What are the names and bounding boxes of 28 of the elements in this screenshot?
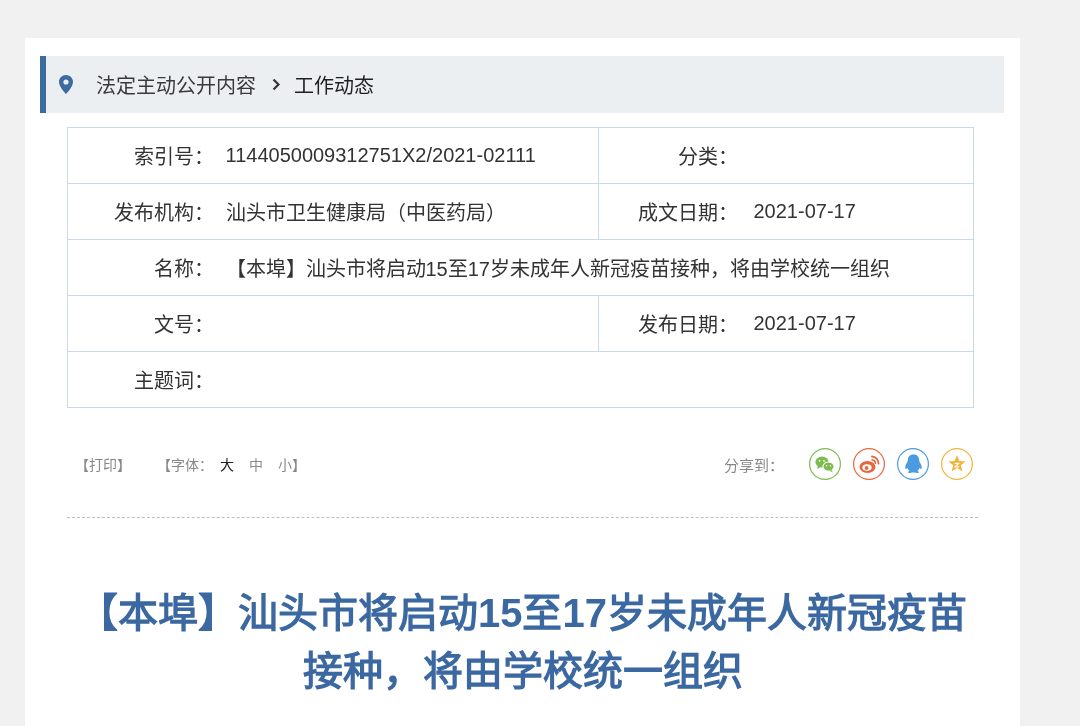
chat-bubbles-icon[interactable] [809,448,841,480]
field-label: 分类： [677,146,738,168]
field-label: 索引号： [133,146,214,168]
font-size-option[interactable]: 大 [220,454,234,474]
field-value: 1144050009312751X2/2021-02111 [225,144,536,166]
field-value: 汕头市卫生健康局（中医药局） [225,202,506,224]
map-pin-icon [59,75,73,94]
print-link[interactable]: 【打印】 [75,454,131,474]
font-size-label: 【字体： [157,456,213,474]
field-label: 名称： [153,258,214,280]
field-label: 发布日期： [637,314,738,336]
share-label: 分享到： [724,455,784,475]
field-value: 2021-07-17 [753,312,856,334]
chevron-right-icon [272,78,280,91]
field-value: 【本埠】汕头市将启动15至17岁未成年人新冠疫苗接种，将由学校统一组织 [225,258,890,280]
field-label: 成文日期： [637,202,738,224]
breadcrumb-current: 工作动态 [294,74,374,99]
breadcrumb-link[interactable]: 法定主动公开内容 [96,70,256,99]
field-label: 主题词： [133,370,214,392]
penguin-icon[interactable] [897,448,929,480]
field-label: 文号： [153,314,214,336]
font-size-bracket: 】 [292,456,306,474]
font-size-option[interactable]: 小 [278,454,292,474]
eye-swirl-icon[interactable] [853,448,885,480]
field-value: 2021-07-17 [753,200,856,222]
article-title: 【本埠】汕头市将启动15至17岁未成年人新冠疫苗接种，将由学校统一组织 [77,590,968,695]
font-size-option[interactable]: 中 [249,454,263,474]
field-label: 发布机构： [113,202,214,224]
